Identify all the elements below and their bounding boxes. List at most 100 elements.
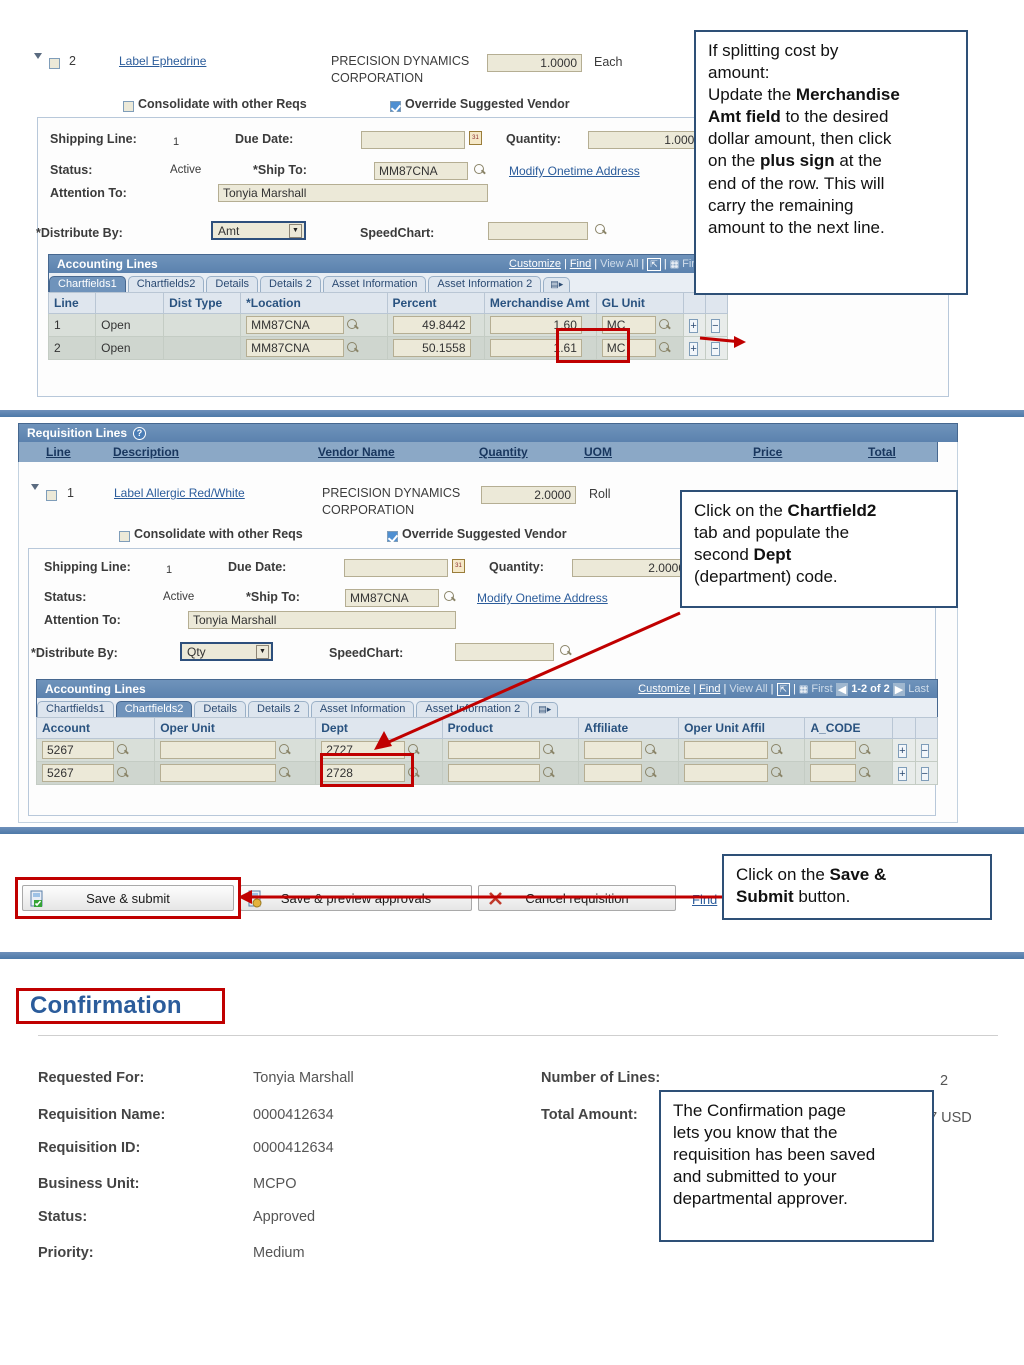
tab-asset-information[interactable]: Asset Information bbox=[310, 701, 415, 717]
tab-details[interactable]: Details bbox=[194, 701, 247, 717]
tab-asset-information[interactable]: Asset Information bbox=[322, 276, 427, 292]
tab-asset-information-2[interactable]: Asset Information 2 bbox=[416, 701, 530, 717]
remove-row-button[interactable]: − bbox=[920, 743, 929, 758]
cancel-requisition-button[interactable]: Cancel requisition bbox=[478, 885, 676, 911]
search-icon[interactable] bbox=[347, 318, 360, 332]
search-icon[interactable] bbox=[117, 743, 130, 757]
due-date-input[interactable] bbox=[344, 559, 448, 577]
search-icon[interactable] bbox=[542, 743, 556, 757]
line-expand-toggle[interactable] bbox=[34, 53, 42, 77]
modify-onetime-address-link[interactable]: Modify Onetime Address bbox=[509, 164, 640, 178]
account-input[interactable]: 5267 bbox=[42, 764, 114, 782]
tab-asset-information-2[interactable]: Asset Information 2 bbox=[428, 276, 542, 292]
first-link[interactable]: First bbox=[811, 683, 832, 695]
due-date-input[interactable] bbox=[361, 131, 465, 149]
override-vendor-checkbox[interactable] bbox=[390, 98, 401, 116]
consolidate-checkbox[interactable] bbox=[123, 98, 134, 116]
distribute-by-select[interactable]: Qty ▼ bbox=[180, 642, 273, 661]
add-row-button[interactable]: + bbox=[898, 766, 907, 781]
product-input[interactable] bbox=[447, 764, 540, 782]
find-link[interactable]: Find bbox=[699, 683, 720, 695]
tab-chartfields1[interactable]: Chartfields1 bbox=[49, 276, 126, 292]
line-description-link[interactable]: Label Ephedrine bbox=[119, 54, 206, 68]
find-link[interactable]: Find bbox=[692, 892, 717, 907]
ship-to-lookup-button[interactable] bbox=[444, 591, 457, 609]
col-price-header[interactable]: Price bbox=[753, 445, 782, 459]
help-icon[interactable]: ? bbox=[133, 426, 147, 440]
line-select-checkbox[interactable] bbox=[49, 55, 60, 73]
consolidate-checkbox[interactable] bbox=[119, 528, 130, 546]
search-icon[interactable] bbox=[658, 341, 672, 355]
search-icon[interactable] bbox=[117, 766, 130, 780]
percent-input[interactable]: 49.8442 bbox=[392, 316, 471, 334]
a-code-input[interactable] bbox=[810, 741, 857, 759]
col-uom-header[interactable]: UOM bbox=[584, 445, 612, 459]
attention-to-input[interactable]: Tonyia Marshall bbox=[218, 184, 488, 202]
col-vendor-name-header[interactable]: Vendor Name bbox=[318, 445, 395, 459]
shipping-quantity-input[interactable]: 1.0000 bbox=[588, 131, 706, 149]
oper-unit-input[interactable] bbox=[160, 764, 277, 782]
col-description-header[interactable]: Description bbox=[113, 445, 179, 459]
affiliate-input[interactable] bbox=[584, 764, 643, 782]
add-row-button[interactable]: + bbox=[689, 318, 698, 333]
tab-chartfields2[interactable]: Chartfields2 bbox=[115, 701, 193, 717]
tab-show-all-columns-icon[interactable]: ▤▸ bbox=[543, 277, 571, 292]
ship-to-input[interactable]: MM87CNA bbox=[374, 162, 468, 180]
search-icon[interactable] bbox=[645, 766, 658, 780]
search-icon[interactable] bbox=[771, 766, 784, 780]
search-icon[interactable] bbox=[771, 743, 784, 757]
search-icon[interactable] bbox=[658, 318, 672, 332]
speedchart-lookup-button[interactable] bbox=[595, 224, 608, 242]
col-total-header[interactable]: Total bbox=[868, 445, 896, 459]
remove-row-button[interactable]: − bbox=[711, 318, 720, 333]
view-all-link[interactable]: View All bbox=[729, 683, 767, 695]
search-icon[interactable] bbox=[645, 743, 658, 757]
customize-link[interactable]: Customize bbox=[638, 683, 690, 695]
oper-unit-input[interactable] bbox=[160, 741, 277, 759]
override-vendor-checkbox[interactable] bbox=[387, 528, 398, 546]
product-input[interactable] bbox=[447, 741, 540, 759]
speedchart-lookup-button[interactable] bbox=[560, 645, 573, 663]
oper-unit-affil-input[interactable] bbox=[684, 764, 769, 782]
tab-details[interactable]: Details bbox=[206, 276, 259, 292]
search-icon[interactable] bbox=[542, 766, 556, 780]
next-page-icon[interactable]: ▶ bbox=[892, 682, 906, 696]
speedchart-input[interactable] bbox=[488, 222, 588, 240]
affiliate-input[interactable] bbox=[584, 741, 643, 759]
search-icon[interactable] bbox=[279, 766, 292, 780]
remove-row-button[interactable]: − bbox=[920, 766, 929, 781]
calendar-icon[interactable]: 31 bbox=[469, 131, 482, 145]
line-select-checkbox[interactable] bbox=[46, 487, 57, 505]
account-input[interactable]: 5267 bbox=[42, 741, 114, 759]
a-code-input[interactable] bbox=[810, 764, 857, 782]
remove-row-button[interactable]: − bbox=[711, 341, 720, 356]
tab-show-all-columns-icon[interactable]: ▤▸ bbox=[531, 702, 559, 717]
last-link[interactable]: Last bbox=[908, 683, 929, 695]
line-quantity-input[interactable]: 2.0000 bbox=[481, 486, 576, 504]
line-expand-toggle[interactable] bbox=[31, 484, 39, 508]
tab-chartfields1[interactable]: Chartfields1 bbox=[37, 701, 114, 717]
add-row-button[interactable]: + bbox=[898, 743, 907, 758]
expand-grid-icon[interactable]: ⇱ bbox=[776, 682, 791, 696]
search-icon[interactable] bbox=[859, 766, 872, 780]
distribute-by-select[interactable]: Amt ▼ bbox=[211, 221, 306, 240]
download-grid-icon[interactable]: ▦ bbox=[799, 684, 808, 695]
tab-details-2[interactable]: Details 2 bbox=[260, 276, 321, 292]
find-link[interactable]: Find bbox=[570, 258, 591, 270]
location-input[interactable]: MM87CNA bbox=[246, 339, 345, 357]
add-row-button[interactable]: + bbox=[689, 341, 698, 356]
line-description-link[interactable]: Label Allergic Red/White bbox=[114, 486, 245, 500]
tab-chartfields2[interactable]: Chartfields2 bbox=[127, 276, 205, 292]
prev-page-icon[interactable]: ◀ bbox=[835, 682, 849, 696]
expand-grid-icon[interactable]: ⇱ bbox=[647, 257, 661, 271]
ship-to-lookup-button[interactable] bbox=[474, 164, 487, 182]
speedchart-input[interactable] bbox=[455, 643, 554, 661]
save-preview-approvals-button[interactable]: Save & preview approvals bbox=[240, 885, 472, 911]
shipping-quantity-input[interactable]: 2.0000 bbox=[572, 559, 690, 577]
search-icon[interactable] bbox=[347, 341, 360, 355]
view-all-link[interactable]: View All bbox=[600, 258, 638, 270]
tab-details-2[interactable]: Details 2 bbox=[248, 701, 309, 717]
search-icon[interactable] bbox=[859, 743, 872, 757]
download-grid-icon[interactable]: ▦ bbox=[670, 259, 679, 270]
col-quantity-header[interactable]: Quantity bbox=[479, 445, 528, 459]
